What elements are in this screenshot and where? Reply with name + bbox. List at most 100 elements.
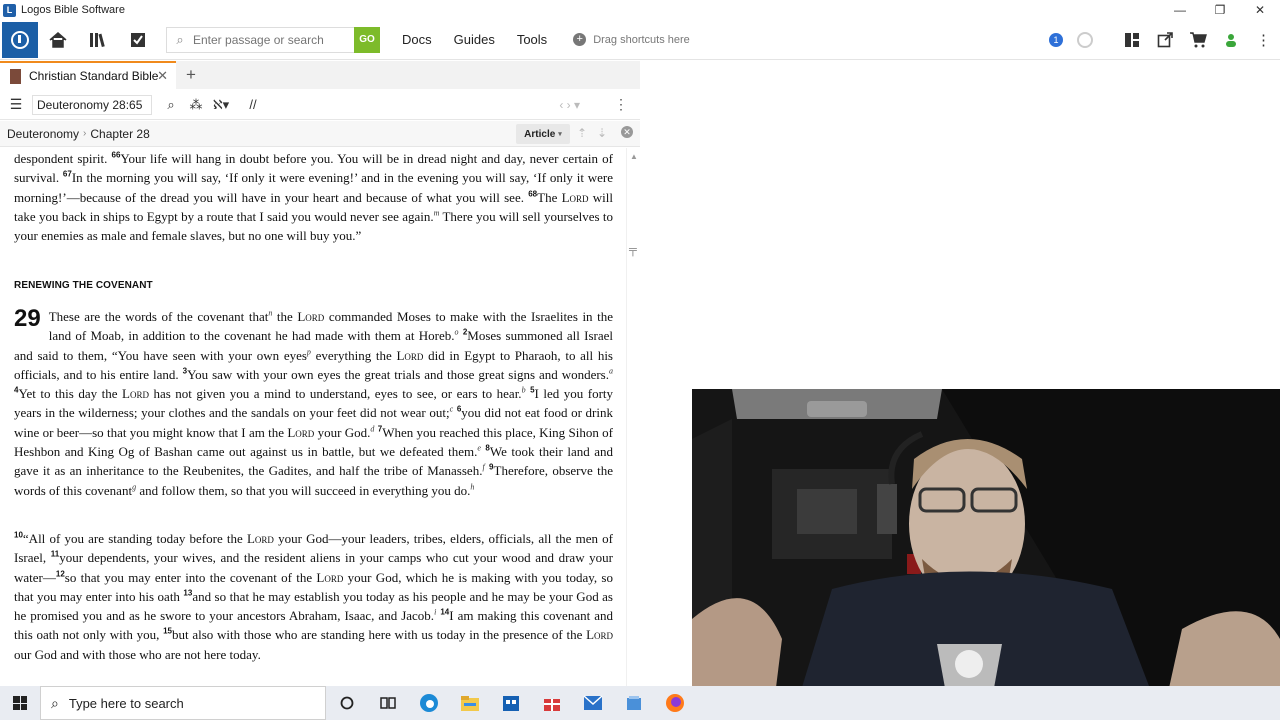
text-span: but also with those who are standing her… xyxy=(172,627,587,643)
add-tab-button[interactable]: + xyxy=(176,61,206,89)
store-icon[interactable] xyxy=(490,686,531,720)
minimize-button[interactable]: — xyxy=(1160,0,1200,20)
text-span: and follow them, so that you will succee… xyxy=(136,482,471,498)
panel-more-icon[interactable]: ⋮ xyxy=(614,96,628,113)
main-toolbar: ⌕ GO Docs Guides Tools + Drag shortcuts … xyxy=(0,20,1280,60)
home-icon[interactable] xyxy=(38,20,78,60)
start-button[interactable] xyxy=(0,686,40,720)
task-view-icon[interactable] xyxy=(367,686,408,720)
window-controls: — ❐ ✕ xyxy=(1160,0,1280,20)
tasks-icon[interactable] xyxy=(118,20,158,60)
footnote-marker[interactable]: b xyxy=(522,386,526,395)
verse-number[interactable]: 12 xyxy=(56,569,65,578)
go-button[interactable]: GO xyxy=(354,26,380,53)
text-span: “All of you are standing today before th… xyxy=(22,531,247,546)
chevron-down-icon: ▾ xyxy=(558,131,562,138)
cart-icon[interactable] xyxy=(1181,20,1214,60)
taskbar-search[interactable]: ⌕ Type here to search xyxy=(40,686,326,720)
user-status-icon[interactable] xyxy=(1214,20,1247,60)
lord-small-caps: Lord xyxy=(316,569,344,585)
notification-badge[interactable]: 1 xyxy=(1049,33,1063,47)
logos-logo-button[interactable] xyxy=(2,21,38,58)
bible-text-area: despondent spirit. 66Your life will hang… xyxy=(0,148,626,686)
taskbar-search-placeholder: Type here to search xyxy=(68,695,184,711)
text-span: our God and with those who are not here … xyxy=(14,646,261,662)
text-span: These are the words of the covenant that xyxy=(48,309,269,324)
sync-icon[interactable] xyxy=(1077,32,1093,48)
breadcrumb-bar: Deuteronomy › Chapter 28 Article ▾ ⇡ ⇣ ✕ xyxy=(0,121,640,147)
view-mode-dropdown[interactable]: Article ▾ xyxy=(516,124,570,144)
window-title: Logos Bible Software xyxy=(21,4,125,16)
open-window-icon[interactable] xyxy=(1148,20,1181,60)
chapter-29-verses-1-9: These are the words of the covenant that… xyxy=(14,309,613,498)
text-span: You saw with your own eyes the great tri… xyxy=(187,366,609,382)
chapter-number: 29 xyxy=(14,305,41,332)
breadcrumb-separator-icon: › xyxy=(83,128,87,139)
verse-number[interactable]: 10 xyxy=(14,531,23,540)
breadcrumb: Deuteronomy › Chapter 28 xyxy=(0,127,150,141)
shortcut-hint: Drag shortcuts here xyxy=(593,33,690,46)
search-icon[interactable]: ⌕ xyxy=(160,97,182,113)
text-span: everything the xyxy=(310,347,397,363)
windows-logo-icon xyxy=(13,696,27,710)
menu-guides[interactable]: Guides xyxy=(454,32,495,47)
verse-number[interactable]: 14 xyxy=(440,608,449,617)
more-options-icon[interactable]: ⋮ xyxy=(1247,20,1280,60)
toolbar-right: 1 ⋮ xyxy=(1049,20,1280,60)
logos-app-icon: L xyxy=(3,3,16,17)
footnote-marker[interactable]: h xyxy=(470,482,474,491)
text-scrollbar[interactable]: ▲ ╤ xyxy=(626,148,640,686)
menu-tools[interactable]: Tools xyxy=(517,32,547,47)
lord-small-caps: Lord xyxy=(297,309,325,324)
file-explorer-icon[interactable] xyxy=(449,686,490,720)
close-panel-icon[interactable]: ✕ xyxy=(621,126,633,138)
verse-number[interactable]: 67 xyxy=(63,170,72,179)
book-icon xyxy=(10,68,21,84)
parallel-resources-icon[interactable]: // xyxy=(242,97,264,112)
tab-christian-standard-bible[interactable]: Christian Standard Bible ✕ xyxy=(0,61,176,89)
interlinear-icon[interactable]: ℵ▾ xyxy=(210,97,232,113)
lord-small-caps: Lord xyxy=(287,424,315,440)
text-paragraph-1: despondent spirit. 66Your life will hang… xyxy=(14,149,613,245)
verse-number[interactable]: 11 xyxy=(51,550,59,559)
reference-box[interactable]: Deuteronomy 28:65 xyxy=(32,94,152,115)
lord-small-caps: Lord xyxy=(246,531,274,546)
logos-taskbar-icon[interactable] xyxy=(613,686,654,720)
search-icon: ⌕ xyxy=(51,694,59,711)
verse-number[interactable]: 13 xyxy=(183,589,192,598)
close-tab-icon[interactable]: ✕ xyxy=(157,68,168,84)
tab-label: Christian Standard Bible xyxy=(29,69,159,83)
menu-docs[interactable]: Docs xyxy=(402,32,432,47)
restore-button[interactable]: ❐ xyxy=(1200,0,1240,20)
panel-menu-icon[interactable]: ☰ xyxy=(0,96,32,113)
scroll-up-icon[interactable]: ▲ xyxy=(630,152,638,161)
shortcuts-dropzone[interactable]: + Drag shortcuts here xyxy=(573,33,690,46)
cortana-icon[interactable] xyxy=(326,686,367,720)
plus-circle-icon: + xyxy=(573,33,587,46)
verse-number[interactable]: 15 xyxy=(163,627,172,636)
history-nav[interactable]: ‹ › ▾ xyxy=(559,98,580,112)
lord-small-caps: Lord xyxy=(586,627,614,643)
scroll-handle[interactable]: ╤ xyxy=(629,244,639,256)
edge-icon[interactable] xyxy=(408,686,449,720)
library-icon[interactable] xyxy=(78,20,118,60)
breadcrumb-book[interactable]: Deuteronomy xyxy=(7,127,79,141)
close-window-button[interactable]: ✕ xyxy=(1240,0,1280,20)
title-bar: L Logos Bible Software — ❐ ✕ xyxy=(0,0,1280,20)
gift-app-icon[interactable] xyxy=(531,686,572,720)
visual-filters-icon[interactable]: ⁂ xyxy=(185,97,207,113)
windows-taskbar: ⌕ Type here to search xyxy=(0,686,1280,720)
footnote-marker[interactable]: o xyxy=(455,328,459,337)
mail-icon[interactable] xyxy=(572,686,613,720)
passage-search-input[interactable] xyxy=(193,32,348,47)
firefox-icon[interactable] xyxy=(654,686,695,720)
text-span: so that you may enter into the covenant … xyxy=(64,569,317,585)
arrow-up-icon[interactable]: ⇡ xyxy=(577,126,587,140)
verse-number[interactable]: 68 xyxy=(528,189,537,198)
text-span: Yet to this day the xyxy=(18,386,122,402)
lord-small-caps: Lord xyxy=(396,347,424,363)
layouts-icon[interactable] xyxy=(1115,20,1148,60)
breadcrumb-chapter[interactable]: Chapter 28 xyxy=(90,127,149,141)
footnote-marker[interactable]: a xyxy=(609,367,613,376)
arrow-down-icon[interactable]: ⇣ xyxy=(597,126,607,140)
